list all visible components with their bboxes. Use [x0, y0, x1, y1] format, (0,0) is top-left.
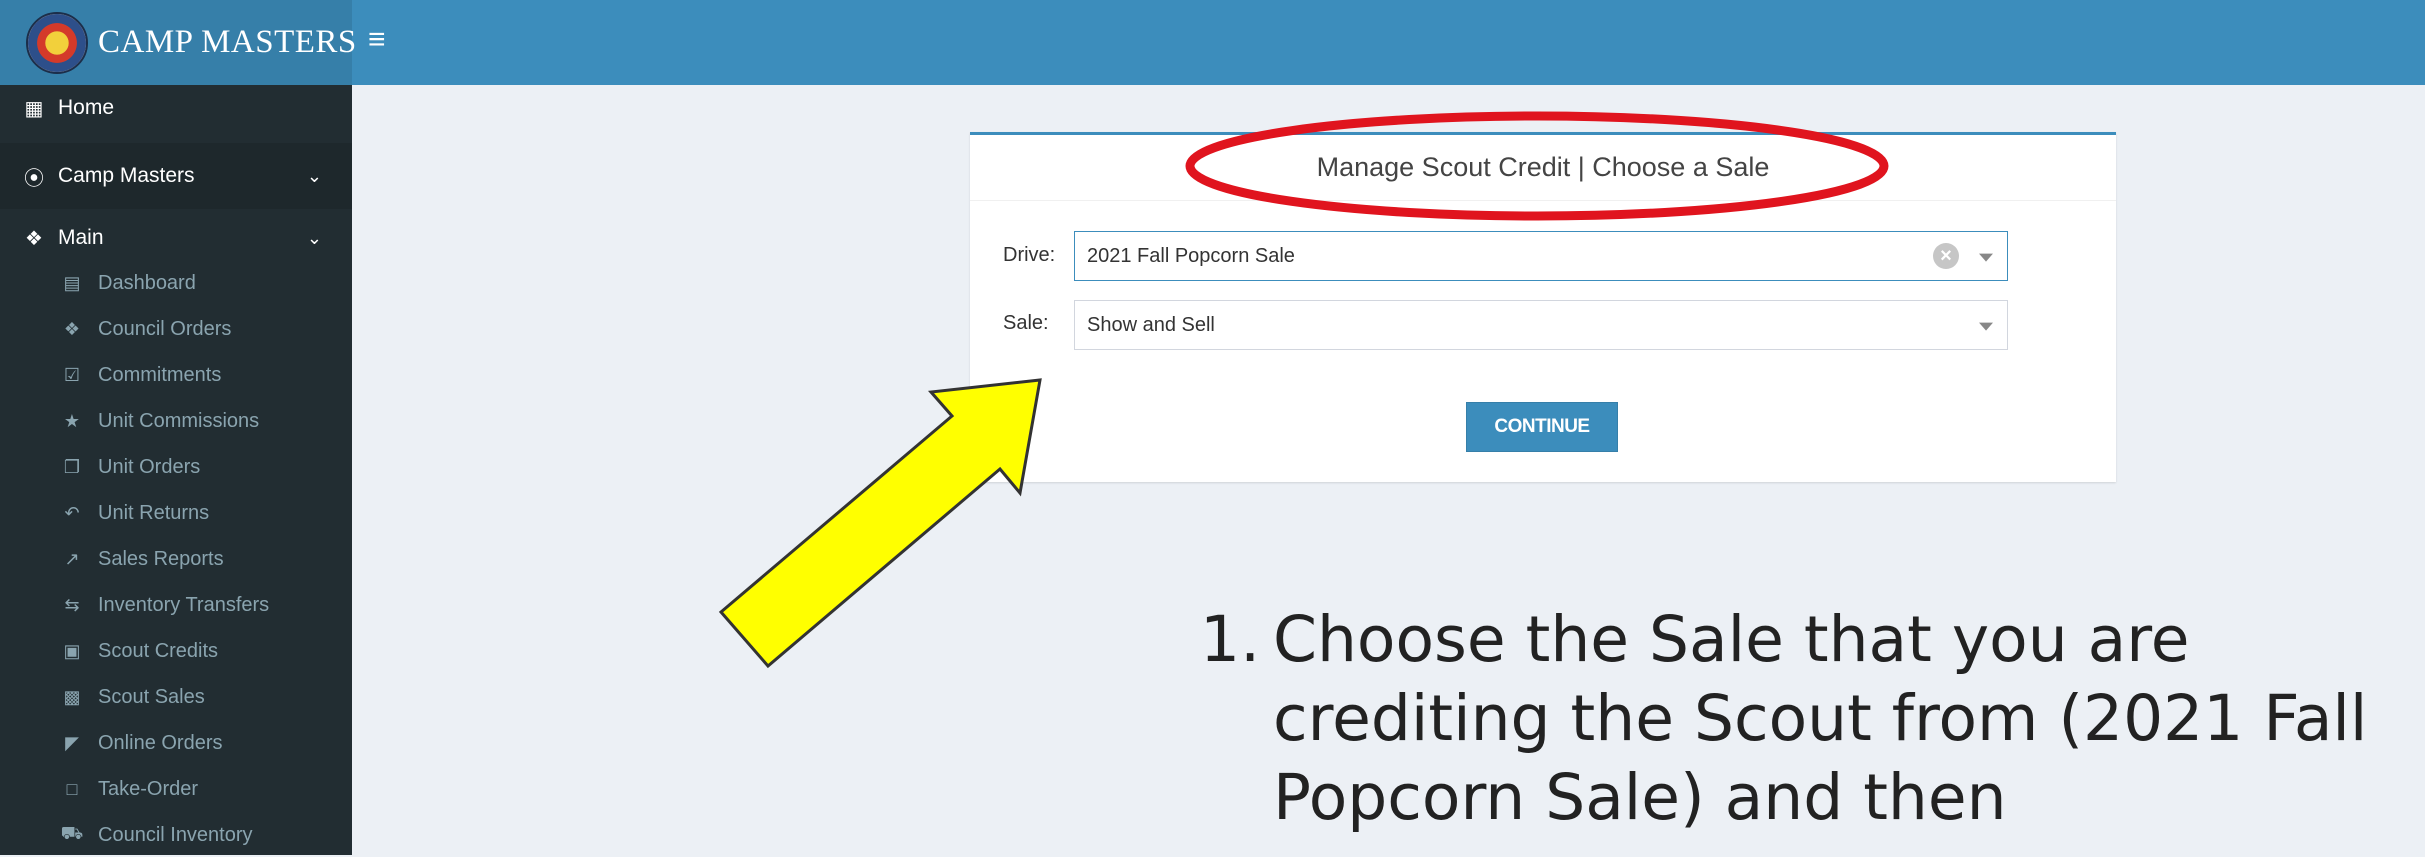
- sidebar-item-commitments[interactable]: ☑ Commitments: [0, 353, 352, 397]
- logo[interactable]: CAMP MASTERS: [0, 0, 356, 85]
- sidebar-item-scout-sales[interactable]: ▩ Scout Sales: [0, 675, 352, 719]
- sidebar-item-label: Scout Credits: [98, 639, 219, 662]
- shopping-basket-icon: ◤: [65, 732, 79, 753]
- sidebar-item-main[interactable]: ❖ Main ⌄: [0, 215, 352, 261]
- star-icon: ★: [63, 410, 81, 431]
- sidebar-item-sales-reports[interactable]: ↗ Sales Reports: [0, 537, 352, 581]
- sidebar-item-online-orders[interactable]: ◤ Online Orders: [0, 721, 352, 765]
- exchange-icon: ⇆: [64, 594, 80, 615]
- cubes-icon: ❖: [25, 227, 43, 250]
- sale-label: Sale:: [1003, 312, 1049, 334]
- instruction-number: 1.: [1200, 603, 1261, 676]
- sidebar-item-label: Camp Masters: [58, 164, 195, 187]
- brand-name: CAMP MASTERS: [98, 24, 357, 60]
- sidebar-item-label: Home: [58, 96, 115, 119]
- sidebar-item-label: Unit Commissions: [98, 409, 260, 432]
- hamburger-icon[interactable]: ≡: [368, 25, 386, 55]
- calculator-icon: ▩: [63, 686, 81, 707]
- drive-select-value: 2021 Fall Popcorn Sale: [1087, 244, 1295, 267]
- sidebar-item-take-order[interactable]: □ Take-Order: [0, 767, 352, 811]
- panel-title: Manage Scout Credit | Choose a Sale: [970, 135, 2116, 201]
- sidebar-item-dashboard[interactable]: ▤ Dashboard: [0, 261, 352, 305]
- cubes-icon: ❖: [63, 318, 81, 339]
- sidebar-item-label: Main: [58, 226, 104, 249]
- sidebar-item-council-inventory[interactable]: ⛟ Council Inventory: [0, 813, 352, 857]
- grid-icon: ▦: [24, 97, 44, 120]
- instruction-text: 1. Choose the Sale that you are creditin…: [1200, 600, 2400, 837]
- top-navbar: CAMP MASTERS ≡: [0, 0, 2425, 85]
- sidebar-item-inventory-transfers[interactable]: ⇆ Inventory Transfers: [0, 583, 352, 627]
- sidebar-item-label: Unit Returns: [98, 501, 210, 524]
- sidebar-item-label: Sales Reports: [98, 547, 224, 570]
- camp-masters-logo-icon: [26, 11, 88, 74]
- sidebar-item-label: Inventory Transfers: [98, 593, 270, 616]
- drive-select[interactable]: 2021 Fall Popcorn Sale ×: [1074, 231, 2008, 281]
- caret-down-icon[interactable]: [1979, 253, 1993, 262]
- check-square-icon: ☑: [63, 364, 81, 385]
- sidebar-item-label: Dashboard: [98, 271, 196, 294]
- drive-label: Drive:: [1003, 244, 1056, 266]
- sidebar-item-label: Take-Order: [98, 777, 199, 800]
- sidebar-item-unit-returns[interactable]: ↶ Unit Returns: [0, 491, 352, 535]
- sidebar-item-unit-orders[interactable]: ❐ Unit Orders: [0, 445, 352, 489]
- sidebar-item-label: Online Orders: [98, 731, 223, 754]
- chevron-down-icon: ⌄: [306, 227, 322, 248]
- compass-icon: ⦿: [24, 167, 44, 190]
- clear-icon[interactable]: ×: [1933, 243, 1959, 269]
- sidebar-item-unit-commissions[interactable]: ★ Unit Commissions: [0, 399, 352, 443]
- sidebar-item-camp-masters[interactable]: ⦿ Camp Masters ⌄: [0, 143, 352, 209]
- dashboard-icon: ▤: [63, 272, 81, 293]
- sale-select[interactable]: Show and Sell: [1074, 300, 2008, 350]
- line-chart-icon: ↗: [64, 548, 80, 569]
- truck-icon: ⛟: [60, 823, 84, 843]
- sidebar: ▦ Home ⦿ Camp Masters ⌄ ❖ Main ⌄ ▤ Dashb…: [0, 85, 352, 855]
- sidebar-item-label: Unit Orders: [98, 455, 201, 478]
- sale-select-value: Show and Sell: [1087, 313, 1215, 336]
- square-icon: □: [66, 778, 78, 799]
- sidebar-item-label: Council Orders: [98, 317, 232, 340]
- sidebar-item-home[interactable]: ▦ Home: [0, 85, 352, 131]
- sidebar-item-scout-credits[interactable]: ▣ Scout Credits: [0, 629, 352, 673]
- sidebar-item-council-orders[interactable]: ❖ Council Orders: [0, 307, 352, 351]
- sidebar-item-label: Scout Sales: [98, 685, 205, 708]
- cube-icon: ❐: [63, 456, 81, 477]
- money-icon: ▣: [63, 640, 81, 661]
- caret-down-icon[interactable]: [1979, 322, 1993, 331]
- continue-button[interactable]: CONTINUE: [1466, 402, 1618, 452]
- instruction-body: Choose the Sale that you are crediting t…: [1273, 603, 2368, 834]
- sidebar-item-label: Commitments: [98, 363, 222, 386]
- reply-icon: ↶: [64, 502, 80, 523]
- sidebar-item-label: Council Inventory: [98, 823, 253, 846]
- chevron-down-icon: ⌄: [306, 165, 322, 186]
